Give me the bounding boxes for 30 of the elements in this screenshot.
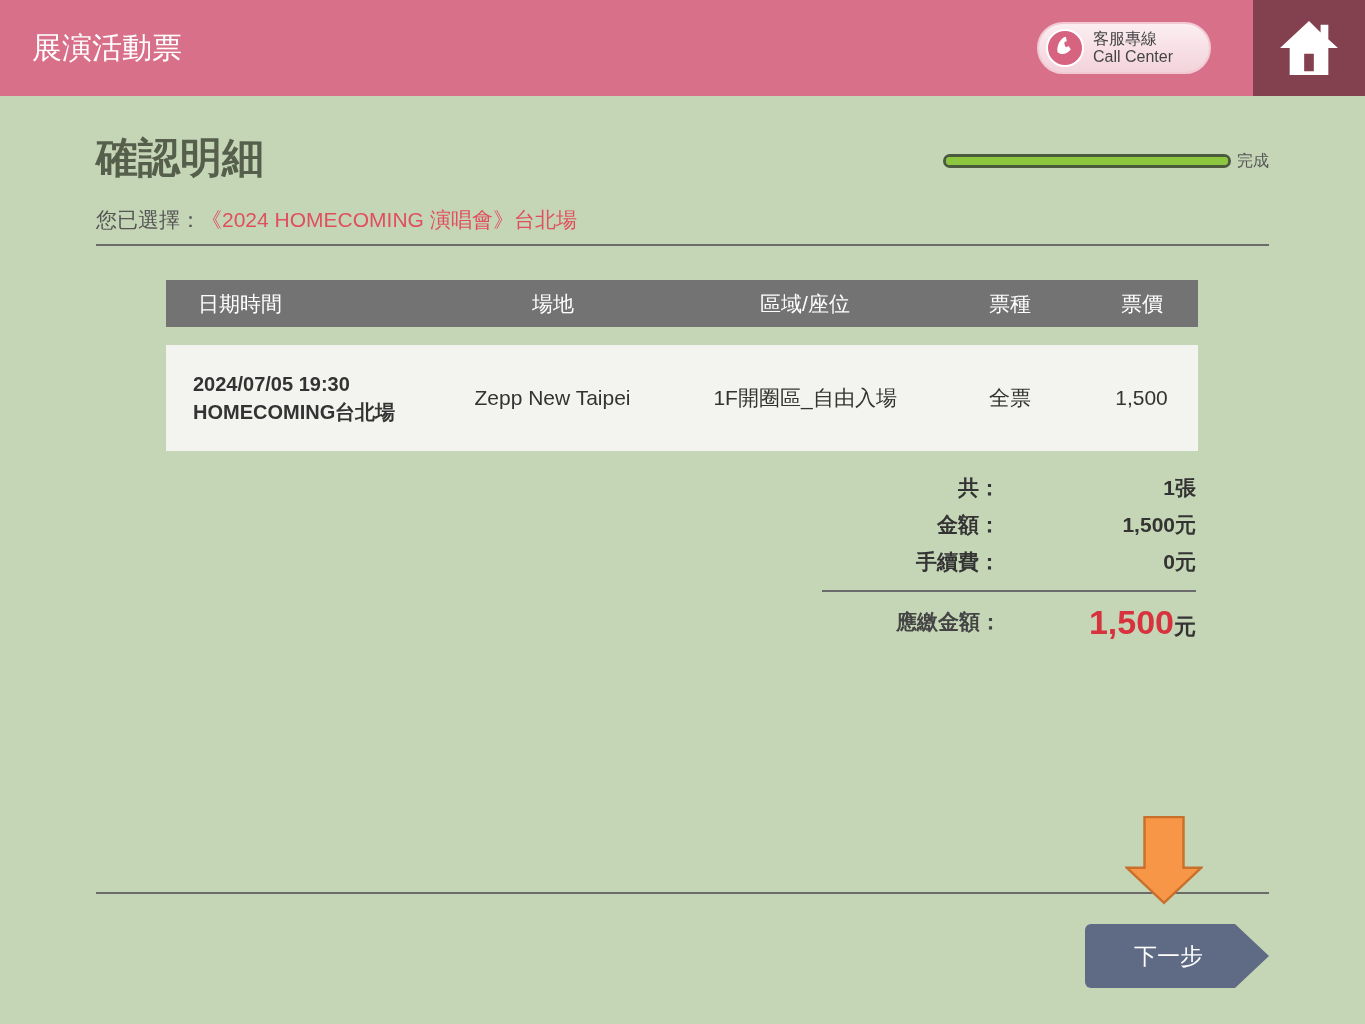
home-button[interactable] — [1253, 0, 1365, 96]
progress-label: 完成 — [1237, 150, 1269, 171]
summary-label: 共： — [957, 474, 1000, 501]
call-center-button[interactable]: 客服專線 Call Center — [1037, 22, 1211, 74]
page-title: 確認明細 — [96, 133, 264, 183]
summary-label: 手續費： — [915, 548, 1000, 575]
summary-value: 1,500元 — [1121, 511, 1196, 538]
phone-icon — [1045, 28, 1085, 68]
table-cell-text: 全票 — [988, 385, 1032, 411]
table-cell-text: 1,500 — [1114, 386, 1169, 410]
summary-label: 應繳金額： — [895, 609, 1002, 635]
table-cell-text: Zepp New Taipei — [473, 386, 632, 410]
column-header: 票價 — [1119, 290, 1164, 317]
currency-unit: 元 — [1174, 613, 1196, 639]
selection-label: 您已選擇： — [96, 208, 201, 231]
summary-value: 1張 — [1162, 474, 1196, 501]
summary-value: 0元 — [1162, 548, 1196, 575]
total-amount: 1,500 — [1088, 602, 1174, 641]
home-icon — [1278, 19, 1340, 77]
next-button[interactable]: 下一步 — [1085, 924, 1269, 988]
table-cell-text: 2024/07/05 19:30 HOMECOMING台北場 — [192, 372, 397, 425]
column-header: 票種 — [988, 290, 1032, 317]
table-cell-text: 1F開圈區_自由入場 — [712, 385, 898, 412]
summary-label: 金額： — [936, 511, 1000, 538]
column-header: 場地 — [530, 290, 575, 317]
app-title: 展演活動票 — [32, 29, 183, 66]
column-header: 區域/座位 — [759, 290, 851, 317]
column-header: 日期時間 — [197, 290, 283, 317]
selection-value: 《2024 HOMECOMING 演唱會》台北場 — [201, 208, 577, 231]
down-arrow-icon — [1125, 814, 1203, 906]
